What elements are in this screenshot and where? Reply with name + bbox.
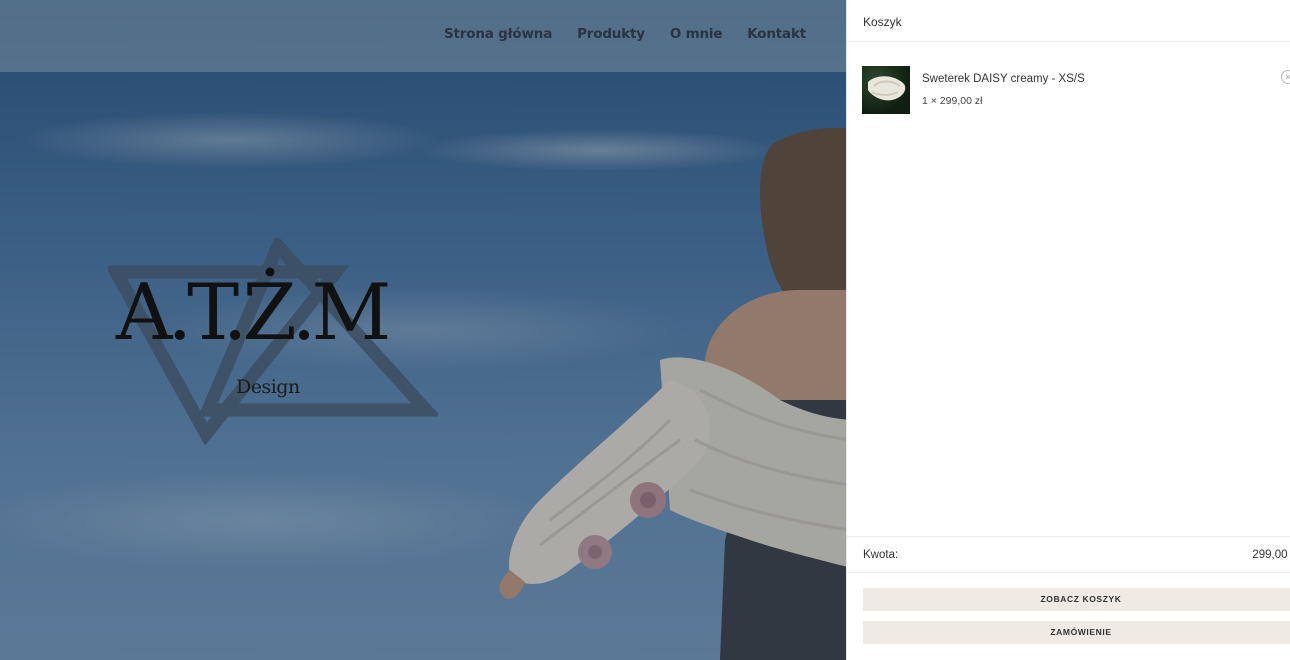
nav-link-home[interactable]: Strona główna [444,26,552,42]
site-logo[interactable]: A.T.Ż.M Design [108,238,438,448]
cart-item: Sweterek DAISY creamy - XS/S 1 × 299,00 … [862,66,1290,116]
cart-item-quantity-price: 1 × 299,00 zł [922,95,983,107]
cart-total-row: Kwota: 299,00 zł [847,536,1290,573]
nav-link-about[interactable]: O mnie [670,26,723,42]
logo-text: A.T.Ż.M [116,268,391,358]
logo-subtitle: Design [236,376,300,398]
product-thumbnail[interactable] [862,66,910,114]
cart-sidebar: Koszyk Sweterek DAISY creamy - XS/S 1 × … [846,0,1290,660]
cart-total-value: 299,00 zł [1252,549,1290,561]
remove-item-icon[interactable]: × [1281,70,1290,84]
view-cart-button[interactable]: ZOBACZ KOSZYK [863,588,1290,611]
checkout-button[interactable]: ZAMÓWIENIE [863,621,1290,644]
top-navigation-bar: Strona główna Produkty O mnie Kontakt [0,0,846,72]
hero-section: A.T.Ż.M Design [0,0,846,660]
nav-link-products[interactable]: Produkty [577,26,645,42]
nav-link-contact[interactable]: Kontakt [747,26,806,42]
product-thumbnail-image [868,76,906,101]
cart-total-label: Kwota: [863,549,899,561]
main-nav: Strona główna Produkty O mnie Kontakt [444,26,806,42]
cart-item-name[interactable]: Sweterek DAISY creamy - XS/S [922,73,1085,85]
cart-title: Koszyk [847,0,1290,42]
